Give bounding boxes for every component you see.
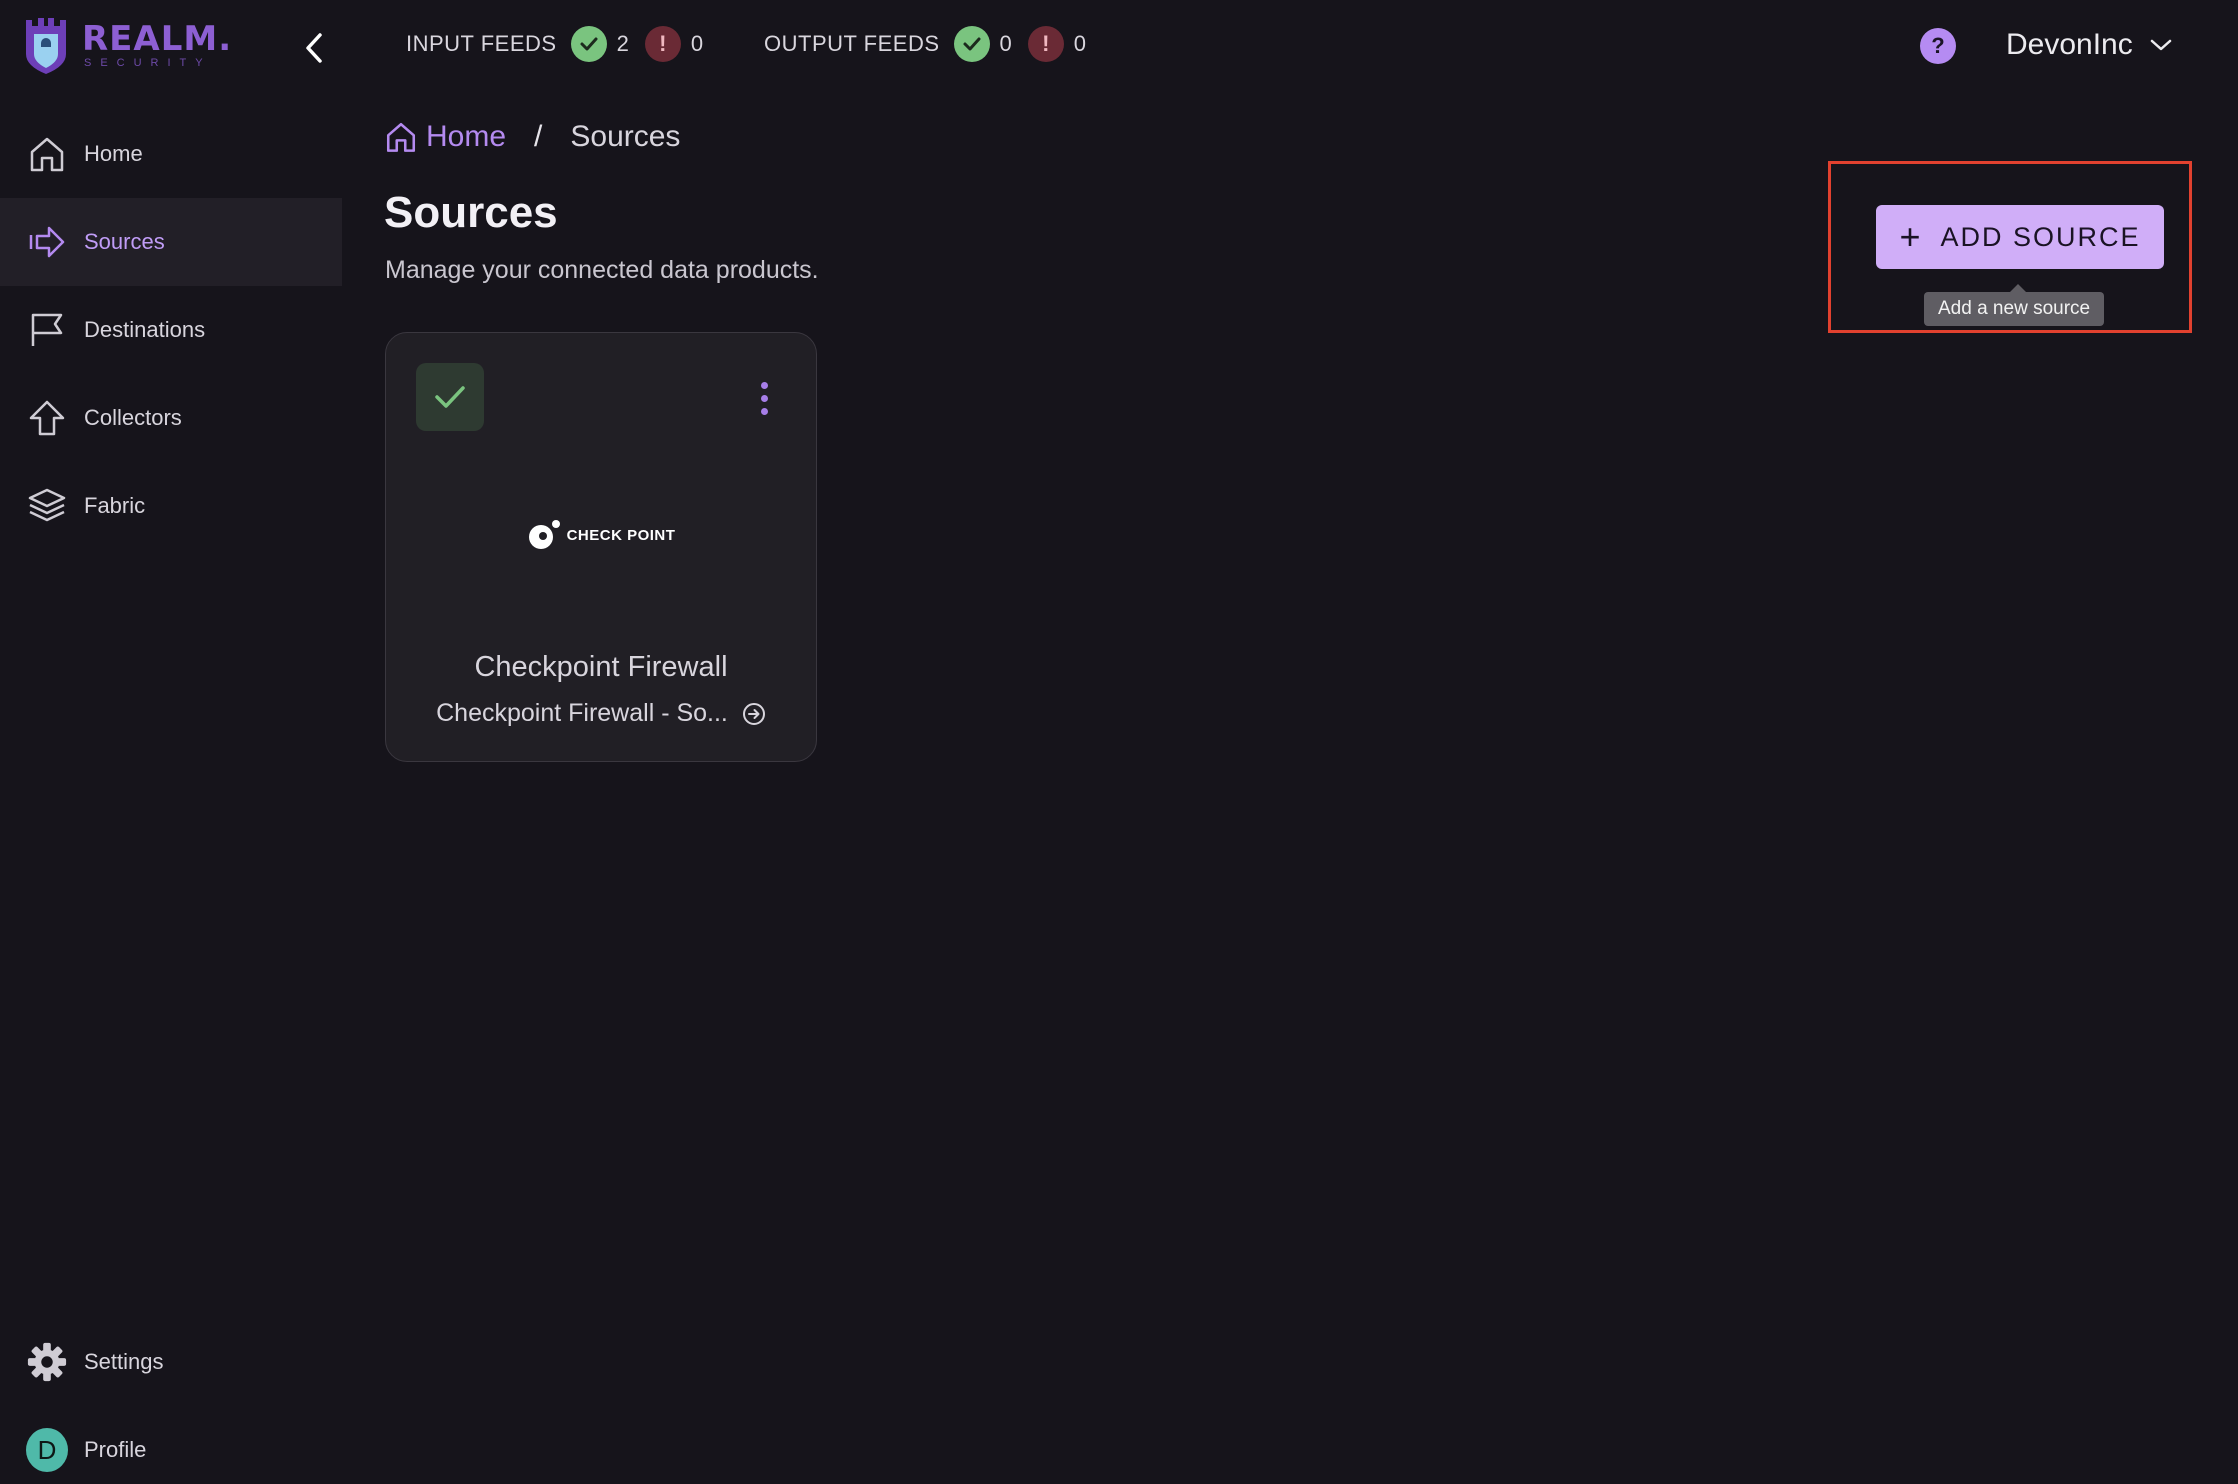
help-icon: ? bbox=[1931, 33, 1945, 58]
check-circle-icon bbox=[570, 26, 607, 62]
brand-logo[interactable]: REALM. SECURITY bbox=[20, 14, 232, 76]
sidebar-item-collectors[interactable]: Collectors bbox=[0, 374, 342, 462]
breadcrumb-separator: / bbox=[534, 120, 543, 153]
home-icon bbox=[26, 133, 68, 175]
sidebar-item-fabric[interactable]: Fabric bbox=[0, 462, 342, 550]
input-feeds-label: INPUT FEEDS bbox=[406, 31, 557, 56]
org-switcher[interactable]: DevonInc bbox=[2006, 28, 2173, 62]
output-feeds-label: OUTPUT FEEDS bbox=[764, 31, 940, 56]
page-title: Sources bbox=[384, 188, 558, 237]
chevron-down-icon bbox=[2150, 39, 2171, 51]
sidebar-item-label: Sources bbox=[84, 229, 165, 254]
vendor-logo: CHECK POINT bbox=[386, 519, 816, 551]
collapse-sidebar-button[interactable] bbox=[296, 30, 332, 66]
add-source-tooltip: Add a new source bbox=[1924, 284, 2105, 326]
output-feeds-error-count: 0 bbox=[1073, 31, 1087, 56]
sidebar-item-profile[interactable]: D Profile bbox=[0, 1406, 342, 1484]
help-button[interactable]: ? bbox=[1920, 28, 1956, 64]
flag-icon bbox=[26, 309, 68, 351]
output-feeds-ok-count: 0 bbox=[999, 31, 1012, 56]
source-card[interactable]: CHECK POINT Checkpoint Firewall Checkpoi… bbox=[385, 332, 817, 762]
kebab-menu-icon[interactable] bbox=[744, 373, 784, 423]
brand-name: REALM. bbox=[82, 18, 233, 59]
castle-shield-icon bbox=[26, 18, 66, 74]
arrow-circle-right-icon bbox=[742, 702, 765, 725]
source-subtitle: Checkpoint Firewall - So... bbox=[436, 699, 728, 727]
sidebar-item-label: Fabric bbox=[84, 493, 146, 518]
breadcrumb-home-label: Home bbox=[426, 120, 507, 153]
home-icon bbox=[386, 122, 416, 152]
check-circle-icon bbox=[953, 26, 990, 62]
sidebar-item-settings[interactable]: Settings bbox=[0, 1318, 342, 1406]
app-root: REALM. SECURITY INPUT FEEDS 2 ! 0 OUTPUT… bbox=[0, 0, 2238, 1484]
output-feeds-status: OUTPUT FEEDS 0 ! 0 bbox=[764, 26, 1102, 62]
layers-icon bbox=[26, 485, 68, 527]
sidebar-item-sources[interactable]: Sources bbox=[0, 198, 342, 286]
alert-circle-icon: ! bbox=[1027, 26, 1064, 62]
breadcrumb-home-link[interactable]: Home bbox=[384, 120, 506, 154]
sidebar-item-label: Home bbox=[84, 141, 143, 166]
sidebar-item-label: Collectors bbox=[84, 405, 182, 430]
brand-tagline: SECURITY bbox=[84, 56, 212, 69]
breadcrumb: Home / Sources bbox=[384, 120, 680, 154]
sidebar-item-home[interactable]: Home bbox=[0, 110, 342, 198]
sidebar-item-label: Settings bbox=[84, 1349, 164, 1374]
plus-icon: + bbox=[1899, 216, 1923, 257]
check-icon bbox=[435, 386, 465, 408]
sidebar-item-label: Destinations bbox=[84, 317, 206, 342]
sidebar-nav: Home Sources Destinations Collectors Fab… bbox=[0, 110, 342, 550]
sidebar-bottom-nav: Settings D Profile bbox=[0, 1318, 342, 1484]
add-source-label: ADD SOURCE bbox=[1940, 221, 2141, 252]
status-badge bbox=[416, 363, 484, 431]
input-feeds-status: INPUT FEEDS 2 ! 0 bbox=[406, 26, 719, 62]
upload-arrow-icon bbox=[26, 397, 68, 439]
input-feeds-ok-count: 2 bbox=[616, 31, 629, 56]
sources-icon bbox=[26, 221, 68, 263]
sidebar-item-label: Profile bbox=[84, 1437, 147, 1462]
add-source-button[interactable]: + ADD SOURCE bbox=[1876, 205, 2164, 269]
breadcrumb-current: Sources bbox=[570, 120, 681, 153]
source-title: Checkpoint Firewall bbox=[474, 651, 728, 683]
gear-icon bbox=[26, 1341, 68, 1383]
page-subtitle: Manage your connected data products. bbox=[385, 256, 819, 284]
avatar: D bbox=[26, 1428, 68, 1472]
org-name: DevonInc bbox=[2006, 28, 2133, 61]
source-subtitle-link[interactable]: Checkpoint Firewall - So... bbox=[386, 699, 816, 728]
alert-circle-icon: ! bbox=[644, 26, 681, 62]
sidebar-item-destinations[interactable]: Destinations bbox=[0, 286, 342, 374]
checkpoint-logo-icon bbox=[528, 520, 560, 549]
input-feeds-error-count: 0 bbox=[690, 31, 704, 56]
vendor-logo-text: CHECK POINT bbox=[566, 526, 676, 544]
chevron-left-icon bbox=[306, 33, 322, 63]
